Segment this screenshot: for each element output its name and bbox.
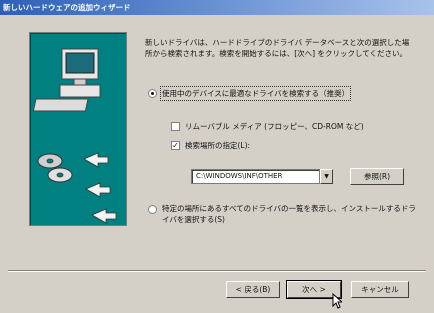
cd-disk-icon xyxy=(37,153,73,183)
browse-button[interactable]: 参照(R) xyxy=(350,168,404,185)
wizard-window: 新しいハードウェアの追加ウィザード 新しいドライバは、ハードドライブのドライバ … xyxy=(0,0,434,313)
intro-text: 新しいドライバは、ハードドライブのドライバ データベースと次の選択した場所から検… xyxy=(145,38,410,58)
wizard-illustration xyxy=(29,32,127,226)
search-location-input[interactable]: C:\WINDOWS\INF\OTHER xyxy=(191,169,320,184)
removable-media-checkbox[interactable] xyxy=(171,122,180,131)
mouse-cursor-icon xyxy=(332,293,342,309)
separator xyxy=(8,270,426,272)
list-drivers-radio[interactable] xyxy=(148,205,157,214)
specify-location-label[interactable]: 検索場所の指定(L): xyxy=(185,140,250,151)
list-drivers-label[interactable]: 特定の場所にあるすべてのドライバの一覧を表示し、インストールするドライバを選択す… xyxy=(162,203,422,225)
cancel-button[interactable]: キャンセル xyxy=(351,281,409,298)
illustration-graphic xyxy=(32,48,117,224)
back-button[interactable]: < 戻る(B) xyxy=(226,281,280,298)
location-dropdown-button[interactable]: ▼ xyxy=(320,169,333,184)
removable-media-label[interactable]: リムーバブル メディア (フロッピー、CD-ROM など) xyxy=(185,121,364,132)
title-bar: 新しいハードウェアの追加ウィザード xyxy=(0,0,434,15)
search-radio[interactable] xyxy=(148,89,157,98)
search-radio-label[interactable]: 使用中のデバイスに最適なドライバを検索する（推奨） xyxy=(159,86,352,101)
computer-icon xyxy=(32,48,101,112)
window-title: 新しいハードウェアの追加ウィザード xyxy=(3,3,131,12)
specify-location-checkbox[interactable]: ✓ xyxy=(171,141,180,150)
chevron-down-icon: ▼ xyxy=(324,173,329,180)
arrow-icon xyxy=(83,152,117,224)
